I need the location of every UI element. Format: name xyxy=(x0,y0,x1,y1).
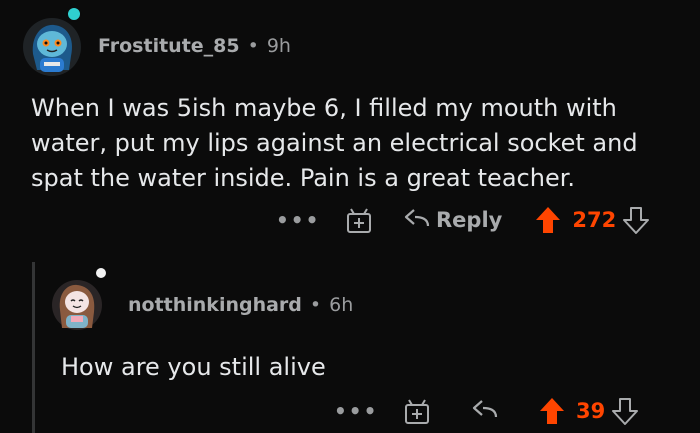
comment-line: How are you still alive xyxy=(61,353,326,381)
upvote-button[interactable] xyxy=(538,396,566,426)
comment-body: When I was 5ish maybe 6, I filled my mou… xyxy=(31,91,638,196)
avatar[interactable] xyxy=(23,6,82,76)
meta-separator: • xyxy=(247,35,259,57)
username[interactable]: notthinkinghard xyxy=(128,294,302,316)
award-icon[interactable] xyxy=(402,396,432,426)
upvote-arrow-icon xyxy=(536,207,561,233)
upvote-arrow-icon xyxy=(540,398,564,424)
comment-line: water, put my lips against an electrical… xyxy=(31,129,638,157)
reply-button[interactable] xyxy=(470,399,498,423)
username[interactable]: Frostitute_85 xyxy=(98,35,240,57)
upvote-button[interactable] xyxy=(534,205,562,235)
downvote-button[interactable] xyxy=(622,205,650,235)
snoo-avatar-icon xyxy=(52,280,102,330)
reply-label: Reply xyxy=(436,208,503,232)
comment-body: How are you still alive xyxy=(61,350,326,385)
vote-score: 39 xyxy=(576,399,606,423)
downvote-arrow-icon xyxy=(623,207,650,234)
bow-decoration xyxy=(94,266,108,280)
comment-age: 9h xyxy=(266,35,291,57)
comment-line: When I was 5ish maybe 6, I filled my mou… xyxy=(31,94,617,122)
avatar[interactable] xyxy=(52,266,108,330)
vote-score: 272 xyxy=(572,208,617,232)
comment-actions: ••• Reply 272 xyxy=(276,205,650,235)
more-options-button[interactable]: ••• xyxy=(334,399,378,423)
reply-icon xyxy=(404,209,430,227)
comment-age: 6h xyxy=(329,294,354,316)
downvote-button[interactable] xyxy=(611,396,639,426)
comment-reply: notthinkinghard • 6h How are you still a… xyxy=(0,250,700,433)
snoo-avatar-icon xyxy=(23,18,81,76)
award-icon[interactable] xyxy=(344,205,374,235)
comment-meta: notthinkinghard • 6h xyxy=(128,294,353,316)
online-indicator xyxy=(66,6,82,22)
reply-button[interactable]: Reply xyxy=(402,208,502,232)
downvote-arrow-icon xyxy=(612,398,639,425)
comment-actions: ••• 39 xyxy=(334,396,639,426)
comment-line: spat the water inside. Pain is a great t… xyxy=(31,164,575,192)
comment-top: Frostitute_85 • 9h When I was 5ish maybe… xyxy=(0,0,700,250)
reply-icon xyxy=(472,400,498,418)
meta-separator: • xyxy=(309,294,322,316)
more-options-button[interactable]: ••• xyxy=(276,208,320,232)
comment-meta: Frostitute_85 • 9h xyxy=(98,35,291,57)
